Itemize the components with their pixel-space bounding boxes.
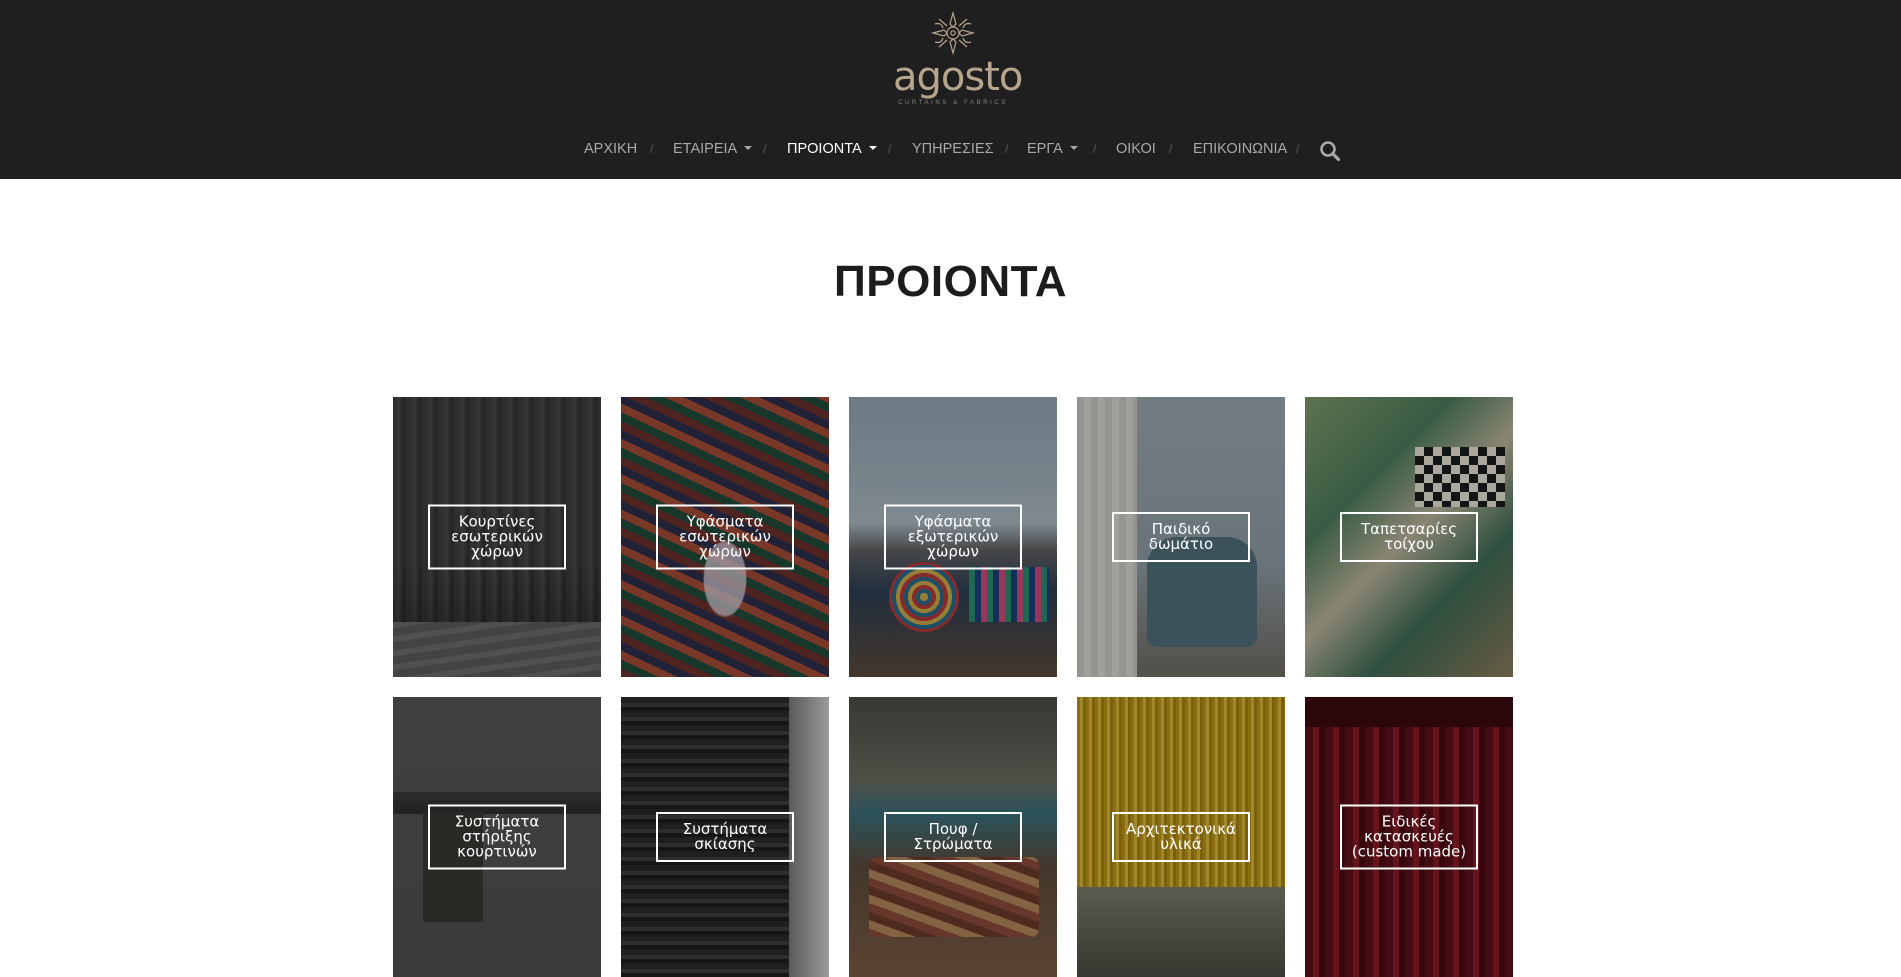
nav-label: ΕΠΙΚΟΙΝΩΝΙΑ — [1193, 141, 1288, 157]
product-tile-curtain-rods[interactable]: Συστήματα στήριξης κουρτινών — [393, 697, 601, 977]
product-tile-architectural-materials[interactable]: Αρχιτεκτονικά υλικά — [1077, 697, 1285, 977]
logo-emblem-icon — [930, 10, 976, 56]
nav-item-houses[interactable]: ΟΙΚΟΙ — [1116, 137, 1156, 161]
nav-item-company[interactable]: ΕΤΑΙΡΕΙΑ — [673, 137, 753, 161]
product-tile-indoor-curtains[interactable]: Κουρτίνες εσωτερικών χώρων — [393, 397, 601, 677]
nav-label: ΕΡΓΑ — [1027, 141, 1063, 157]
site-header: agosto CURTAINS & FABRICS ΑΡΧΙΚΗ / ΕΤΑΙΡ… — [0, 0, 1901, 179]
nav-separator: / — [650, 142, 654, 156]
nav-label: ΑΡΧΙΚΗ — [584, 141, 638, 157]
product-tile-outdoor-fabrics[interactable]: Υφάσματα εξωτερικών χώρων — [849, 397, 1057, 677]
product-tile-indoor-fabrics[interactable]: Υφάσματα εσωτερικών χώρων — [621, 397, 829, 677]
product-label: Συστήματα στήριξης κουρτινών — [428, 804, 566, 870]
product-label: Παιδικό δωμάτιο — [1112, 512, 1250, 562]
logo-tagline: CURTAINS & FABRICS — [898, 100, 1008, 106]
nav-separator: / — [763, 142, 767, 156]
nav-separator: / — [1005, 142, 1009, 156]
nav-label: ΠΡΟΙΟΝΤΑ — [787, 141, 862, 157]
nav-label: ΥΠΗΡΕΣΙΕΣ — [912, 141, 994, 157]
nav-item-projects[interactable]: ΕΡΓΑ — [1027, 137, 1078, 161]
product-label: Πουφ / Στρώματα — [884, 812, 1022, 862]
page-title: ΠΡΟΙΟΝΤΑ — [834, 257, 1067, 306]
nav-item-home[interactable]: ΑΡΧΙΚΗ — [584, 137, 637, 161]
logo-wordmark: agosto — [893, 54, 1023, 100]
product-label: Ταπετσαρίες τοίχου — [1340, 512, 1478, 562]
product-tile-custom-made[interactable]: Ειδικές κατασκευές (custom made) — [1305, 697, 1513, 977]
main-nav: ΑΡΧΙΚΗ / ΕΤΑΙΡΕΙΑ / ΠΡΟΙΟΝΤΑ / ΥΠΗΡΕΣΙΕΣ… — [0, 137, 1901, 161]
caret-down-icon — [1069, 145, 1078, 150]
nav-item-products[interactable]: ΠΡΟΙΟΝΤΑ — [787, 137, 877, 161]
product-tile-poufs-mattresses[interactable]: Πουφ / Στρώματα — [849, 697, 1057, 977]
nav-label: ΟΙΚΟΙ — [1116, 141, 1156, 157]
site-logo[interactable]: agosto CURTAINS & FABRICS — [893, 10, 1023, 112]
nav-separator: / — [1296, 142, 1300, 156]
product-tile-shading-systems[interactable]: Συστήματα σκίασης — [621, 697, 829, 977]
nav-item-contact[interactable]: ΕΠΙΚΟΙΝΩΝΙΑ — [1193, 137, 1287, 161]
product-tile-wallpapers[interactable]: Ταπετσαρίες τοίχου — [1305, 397, 1513, 677]
nav-separator: / — [1169, 142, 1173, 156]
product-label: Αρχιτεκτονικά υλικά — [1112, 812, 1250, 862]
caret-down-icon — [868, 145, 877, 150]
nav-item-services[interactable]: ΥΠΗΡΕΣΙΕΣ — [912, 137, 994, 161]
product-label: Κουρτίνες εσωτερικών χώρων — [428, 504, 566, 570]
product-tile-kids-room[interactable]: Παιδικό δωμάτιο — [1077, 397, 1285, 677]
product-label: Συστήματα σκίασης — [656, 812, 794, 862]
search-icon[interactable] — [1319, 140, 1341, 162]
nav-separator: / — [888, 142, 892, 156]
nav-label: ΕΤΑΙΡΕΙΑ — [673, 141, 738, 157]
caret-down-icon — [744, 145, 753, 150]
product-label: Υφάσματα εσωτερικών χώρων — [656, 504, 794, 570]
product-label: Υφάσματα εξωτερικών χώρων — [884, 504, 1022, 570]
nav-separator: / — [1093, 142, 1097, 156]
product-label: Ειδικές κατασκευές (custom made) — [1340, 804, 1478, 870]
